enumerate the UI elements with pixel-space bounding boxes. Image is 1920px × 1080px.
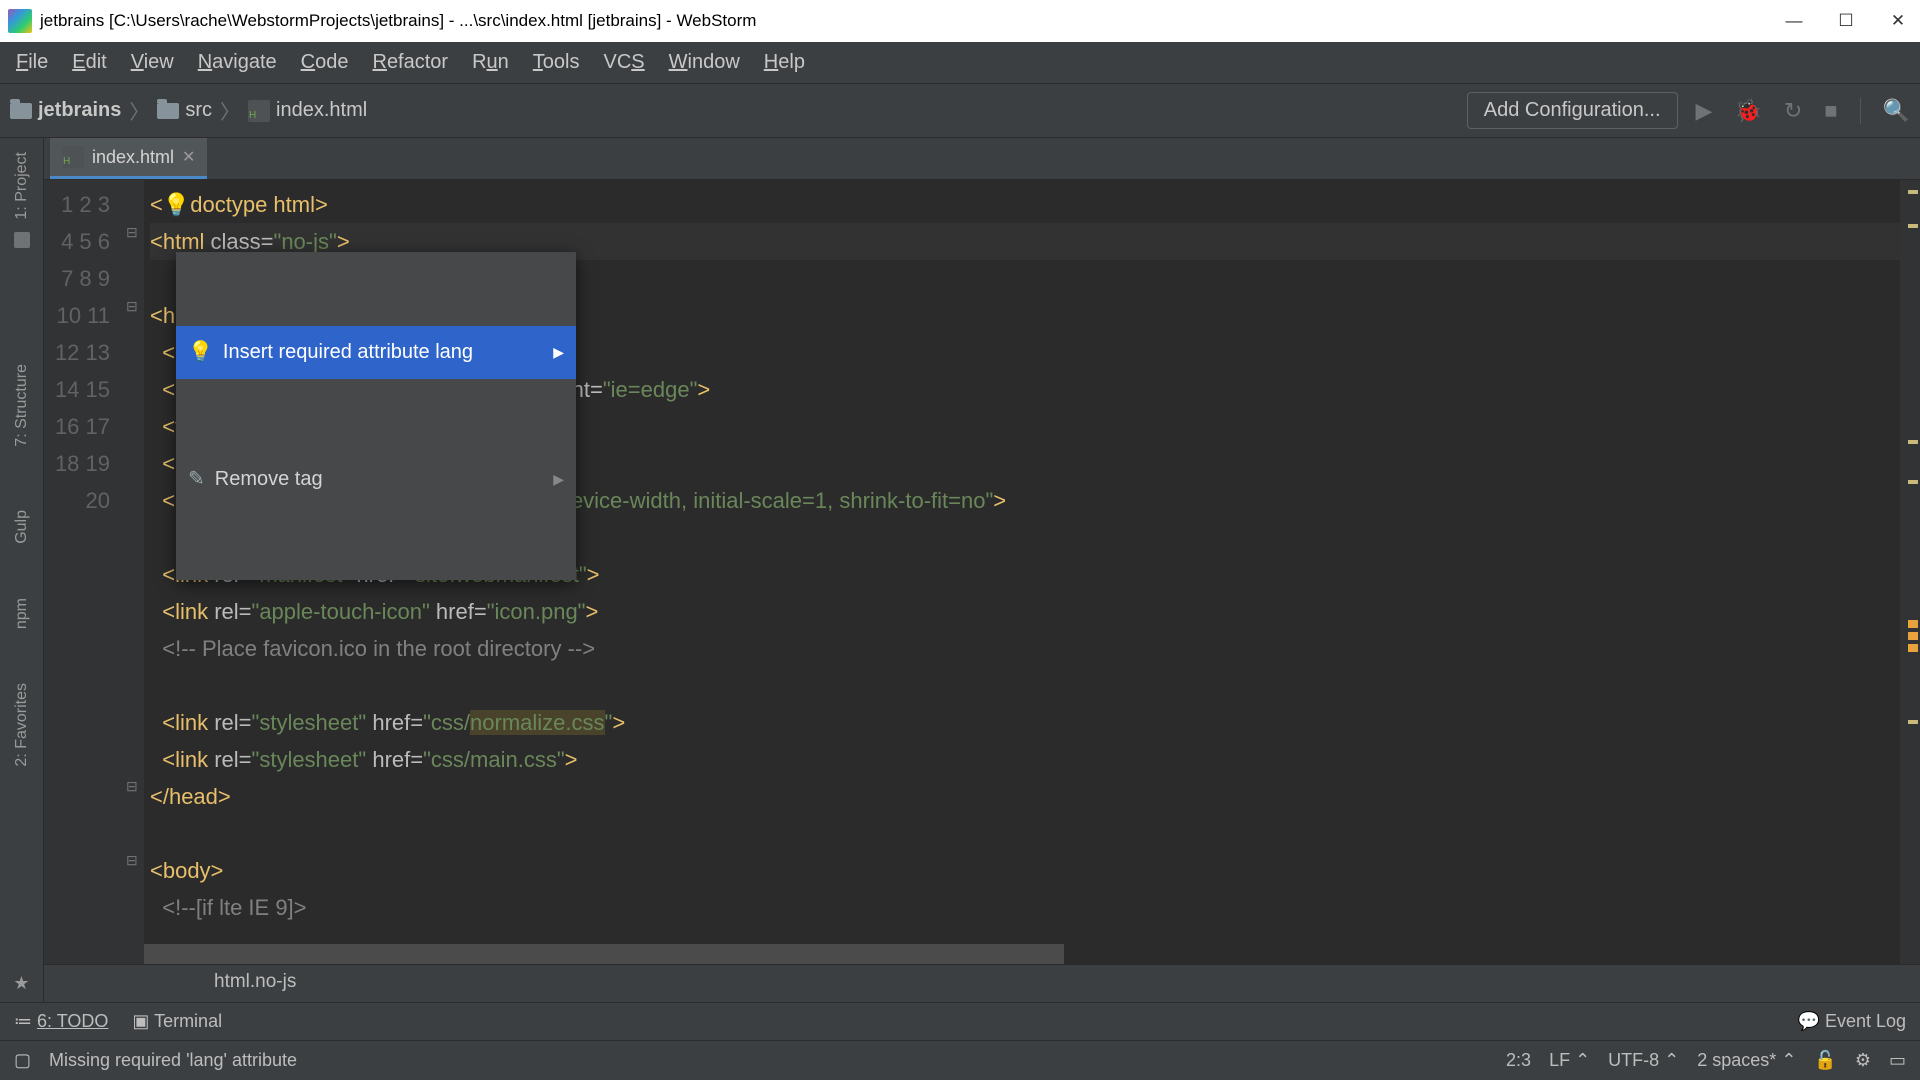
editor-tabs: H index.html ✕ — [44, 138, 1920, 180]
star-icon[interactable]: ★ — [13, 973, 29, 994]
error-stripe[interactable] — [1900, 180, 1920, 964]
stop-icon[interactable]: ■ — [1824, 98, 1837, 124]
menu-edit[interactable]: Edit — [62, 47, 116, 78]
breadcrumb-folder-label: src — [185, 99, 212, 122]
main-area: 1: Project 7: Structure Gulp npm 2: Favo… — [0, 138, 1920, 1002]
chevron-right-icon: 〉 — [129, 96, 149, 125]
breadcrumb-project[interactable]: jetbrains — [10, 99, 121, 122]
editor: H index.html ✕ 1 2 3 4 5 6 7 8 9 10 11 1… — [44, 138, 1920, 1002]
separator — [1860, 98, 1861, 124]
line-number-gutter: 1 2 3 4 5 6 7 8 9 10 11 12 13 14 15 16 1… — [44, 180, 124, 964]
html-file-icon: H — [248, 100, 270, 122]
menu-tools[interactable]: Tools — [523, 47, 590, 78]
menu-window[interactable]: Window — [659, 47, 750, 78]
todo-tool[interactable]: ≔ 6: TODO — [14, 1011, 108, 1032]
menu-refactor[interactable]: Refactor — [362, 47, 458, 78]
intention-label: Remove tag — [215, 461, 323, 498]
fold-toggle-icon[interactable]: ⊟ — [126, 298, 138, 315]
run-icon[interactable]: ▶ — [1696, 98, 1713, 124]
fold-toggle-icon[interactable]: ⊟ — [126, 852, 138, 869]
submenu-arrow-icon: ▶ — [553, 461, 564, 498]
status-message: Missing required 'lang' attribute — [49, 1050, 297, 1071]
html-file-icon: H — [62, 146, 84, 168]
menubar: File Edit View Navigate Code Refactor Ru… — [0, 42, 1920, 84]
folder-icon — [10, 103, 32, 119]
path-breadcrumb: jetbrains 〉 src 〉 H index.html — [10, 96, 367, 125]
bulb-icon: 💡 — [188, 334, 213, 371]
project-icon[interactable] — [14, 232, 30, 248]
add-configuration-button[interactable]: Add Configuration... — [1467, 92, 1678, 129]
memory-indicator-icon[interactable]: ▭ — [1889, 1050, 1906, 1071]
intention-label: Insert required attribute lang — [223, 334, 473, 371]
status-cursor-position[interactable]: 2:3 — [1506, 1050, 1531, 1071]
status-encoding[interactable]: UTF-8 ⌃ — [1608, 1050, 1679, 1071]
tab-index-html[interactable]: H index.html ✕ — [50, 138, 207, 179]
status-bar: ▢ Missing required 'lang' attribute 2:3 … — [0, 1040, 1920, 1080]
search-icon[interactable]: 🔍 — [1883, 98, 1910, 124]
folder-icon — [157, 103, 179, 119]
status-tool-windows-icon[interactable]: ▢ — [14, 1050, 31, 1071]
tool-favorites[interactable]: 2: Favorites — [13, 675, 31, 775]
close-button[interactable]: ✕ — [1888, 11, 1908, 31]
fold-toggle-icon[interactable]: ⊟ — [126, 224, 138, 241]
menu-run[interactable]: Run — [462, 47, 519, 78]
bottom-tool-bar: ≔ 6: TODO ▣ Terminal 💬 Event Log — [0, 1002, 1920, 1040]
menu-view[interactable]: View — [121, 47, 184, 78]
editor-breadcrumb-label: html.no-js — [214, 971, 296, 992]
intention-item-remove-tag[interactable]: ✎ Remove tag ▶ — [176, 453, 576, 506]
breadcrumb-project-label: jetbrains — [38, 99, 121, 122]
code-content[interactable]: <💡doctype html> <html class="no-js"> <h … — [144, 180, 1900, 964]
fold-column: ⊟ ⊟ ⊟ ⊟ — [124, 180, 144, 964]
close-tab-icon[interactable]: ✕ — [182, 147, 195, 167]
chevron-right-icon: 〉 — [220, 96, 240, 125]
breadcrumb-folder[interactable]: src — [157, 99, 212, 122]
fold-close-icon[interactable]: ⊟ — [126, 778, 138, 795]
tool-npm[interactable]: npm — [13, 590, 31, 637]
terminal-tool[interactable]: ▣ Terminal — [132, 1011, 222, 1032]
left-tool-strip: 1: Project 7: Structure Gulp npm 2: Favo… — [0, 138, 44, 1002]
app-icon — [8, 9, 32, 33]
tool-structure[interactable]: 7: Structure — [13, 356, 31, 455]
hector-icon[interactable]: ⚙ — [1855, 1050, 1871, 1071]
status-line-separator[interactable]: LF ⌃ — [1549, 1050, 1590, 1071]
minimize-button[interactable]: — — [1784, 11, 1804, 31]
maximize-button[interactable]: ☐ — [1836, 11, 1856, 31]
intention-bulb-icon[interactable]: 💡 — [163, 192, 190, 217]
menu-navigate[interactable]: Navigate — [188, 47, 287, 78]
debug-icon[interactable]: 🐞 — [1734, 98, 1761, 124]
submenu-arrow-icon: ▶ — [553, 334, 564, 371]
menu-file[interactable]: File — [6, 47, 58, 78]
event-log-tool[interactable]: 💬 Event Log — [1798, 1011, 1906, 1032]
tool-project[interactable]: 1: Project — [13, 144, 31, 228]
code-area[interactable]: 1 2 3 4 5 6 7 8 9 10 11 12 13 14 15 16 1… — [44, 180, 1920, 964]
navigation-toolbar: jetbrains 〉 src 〉 H index.html Add Confi… — [0, 84, 1920, 138]
breadcrumb-file-label: index.html — [276, 99, 367, 122]
editor-breadcrumb[interactable]: html.no-js — [44, 964, 1920, 1002]
lock-icon[interactable]: 🔓 — [1814, 1050, 1836, 1071]
menu-vcs[interactable]: VCS — [594, 47, 655, 78]
tool-gulp[interactable]: Gulp — [13, 502, 31, 552]
rerun-icon[interactable]: ↻ — [1784, 98, 1802, 124]
run-toolbar: ▶ 🐞 ↻ ■ 🔍 — [1696, 98, 1910, 124]
menu-code[interactable]: Code — [291, 47, 359, 78]
titlebar: jetbrains [C:\Users\rache\WebstormProjec… — [0, 0, 1920, 42]
breadcrumb-file[interactable]: H index.html — [248, 99, 367, 122]
menu-help[interactable]: Help — [754, 47, 815, 78]
intention-popup: 💡 Insert required attribute lang ▶ ✎ Rem… — [176, 252, 576, 580]
status-indent[interactable]: 2 spaces* ⌃ — [1697, 1050, 1796, 1071]
tab-label: index.html — [92, 147, 174, 168]
intention-item-insert-lang[interactable]: 💡 Insert required attribute lang ▶ — [176, 326, 576, 379]
window-title: jetbrains [C:\Users\rache\WebstormProjec… — [40, 11, 1784, 31]
edit-icon: ✎ — [188, 461, 205, 498]
window-controls: — ☐ ✕ — [1784, 11, 1908, 31]
